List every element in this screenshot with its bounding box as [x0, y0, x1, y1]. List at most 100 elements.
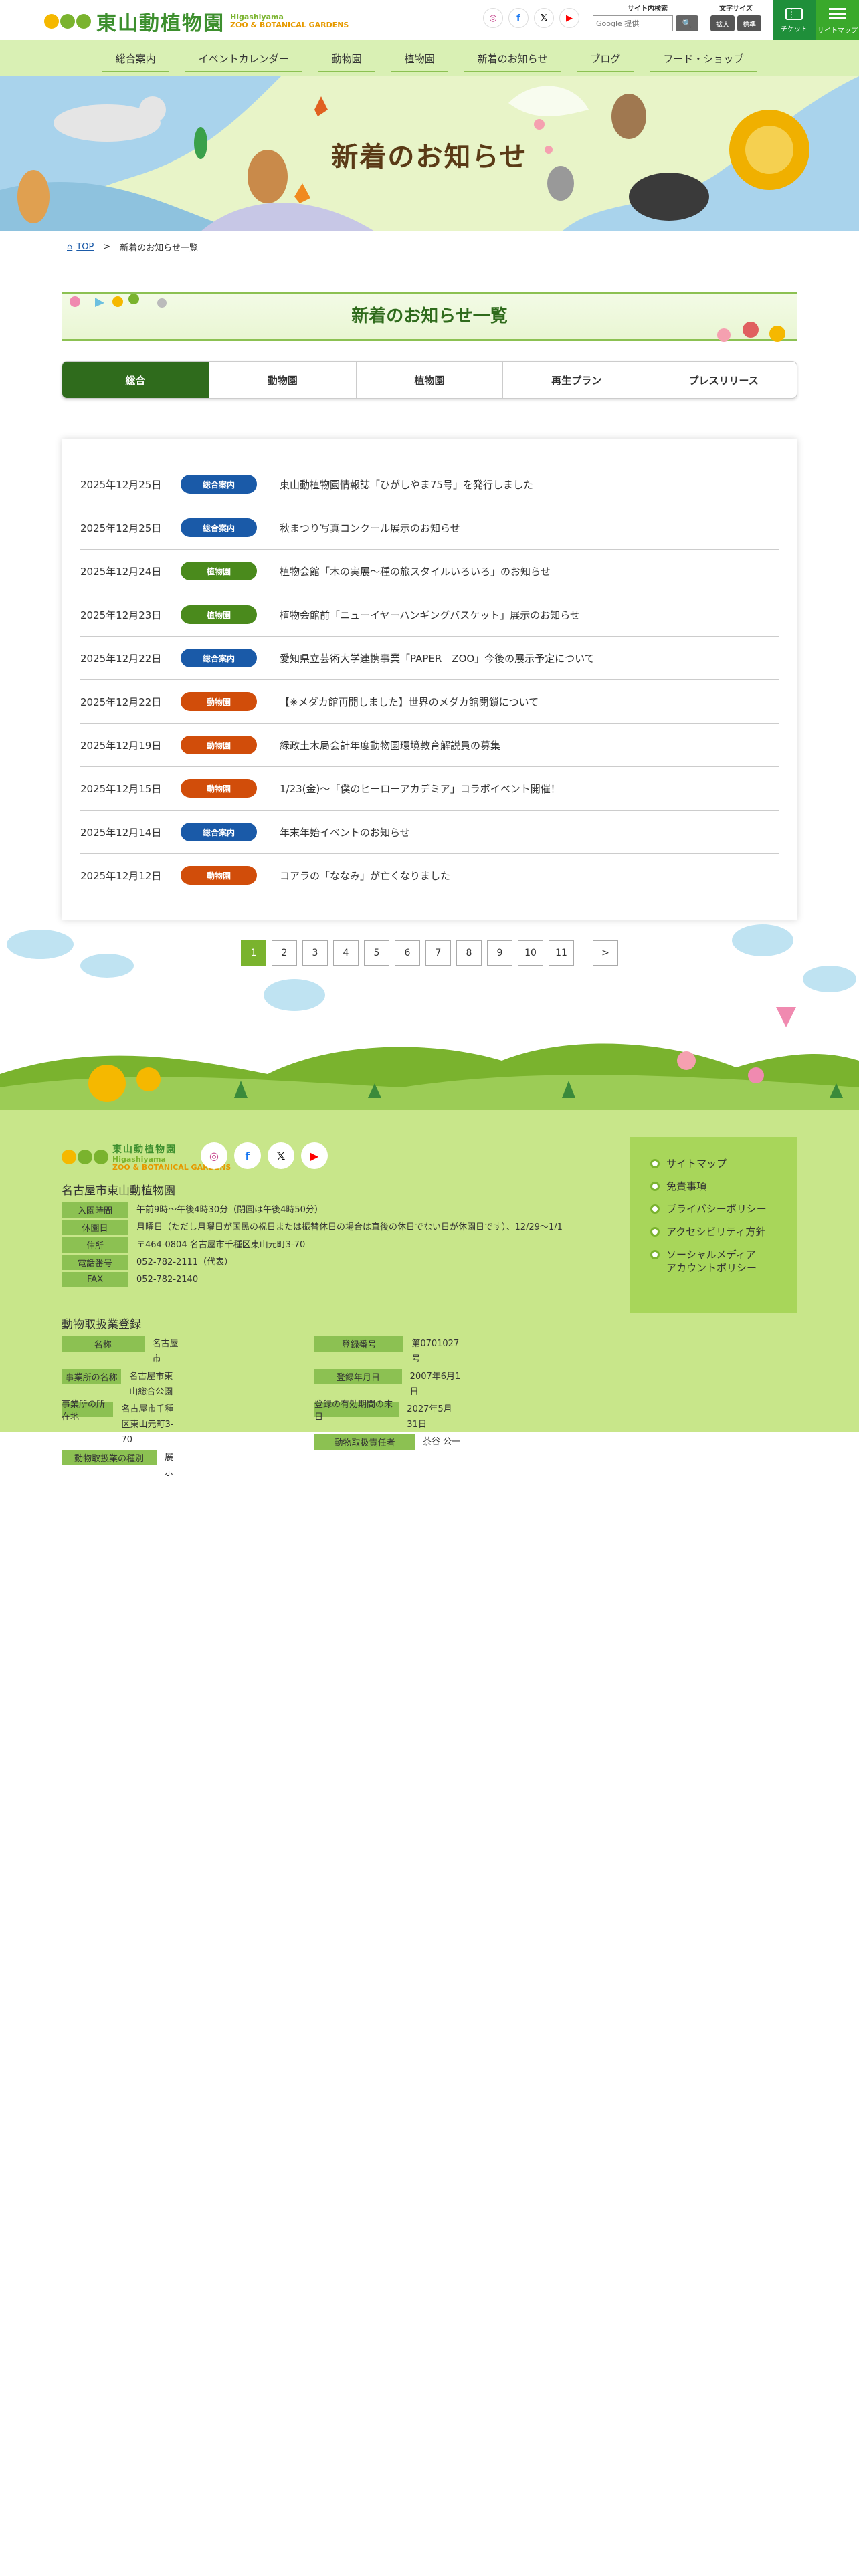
- global-nav: 総合案内 イベントカレンダー 動物園 植物園 新着のお知らせ ブログ フード・ショップ: [0, 40, 859, 76]
- news-item[interactable]: 2025年12月12日 動物園 コアラの「ななみ」が亡くなりました: [80, 854, 779, 897]
- footer-logo-mark-icon: [62, 1150, 108, 1164]
- youtube-link[interactable]: ▶: [301, 1142, 328, 1169]
- news-item[interactable]: 2025年12月25日 総合案内 秋まつり写真コンクール展示のお知らせ: [80, 506, 779, 550]
- site-search: サイト内検索 🔍: [593, 3, 702, 31]
- nav-item[interactable]: 植物園: [391, 49, 448, 72]
- header-sns-links: ◎ f 𝕏 ▶: [483, 8, 579, 28]
- x-link[interactable]: 𝕏: [268, 1142, 294, 1169]
- news-date: 2025年12月23日: [80, 609, 162, 621]
- news-title-link[interactable]: 1/23(金)～「僕のヒーローアカデミア」コラボイベント開催！: [280, 782, 561, 796]
- info-value: 052-782-2140: [136, 1275, 199, 1285]
- tab-item[interactable]: 総合: [62, 362, 209, 398]
- news-item[interactable]: 2025年12月19日 動物園 緑政土木局会計年度動物園環境教育解説員の募集: [80, 724, 779, 767]
- news-title-link[interactable]: 【※メダカ館再開しました】世界のメダカ館閉鎖について: [280, 695, 539, 709]
- nav-item[interactable]: イベントカレンダー: [185, 49, 302, 72]
- footer-link[interactable]: サイトマップ: [650, 1157, 777, 1170]
- registration-value: 2007年6月1日: [409, 1372, 461, 1397]
- page-link[interactable]: 9: [487, 940, 512, 966]
- news-item[interactable]: 2025年12月24日 植物園 植物会館「木の実展～種の旅スタイルいろいろ」のお知ら…: [80, 550, 779, 593]
- page-link[interactable]: 4: [333, 940, 359, 966]
- info-value: 月曜日（ただし月曜日が国民の祝日または振替休日の場合は直後の休日でない日が休園日…: [136, 1222, 563, 1232]
- news-date: 2025年12月24日: [80, 565, 162, 578]
- flower-icon: [677, 1051, 696, 1070]
- nav-item[interactable]: ブログ: [577, 49, 634, 72]
- page-link[interactable]: 10: [518, 940, 543, 966]
- registration-row: 登録年月日 2007年6月1日: [314, 1369, 462, 1400]
- instagram-link[interactable]: ◎: [483, 8, 503, 28]
- footer-link[interactable]: 免責事項: [650, 1180, 777, 1193]
- news-title-link[interactable]: 緑政土木局会計年度動物園環境教育解説員の募集: [280, 738, 500, 752]
- instagram-link[interactable]: ◎: [201, 1142, 227, 1169]
- news-item[interactable]: 2025年12月22日 動物園 【※メダカ館再開しました】世界のメダカ館閉鎖について: [80, 680, 779, 724]
- page-link[interactable]: 1: [241, 940, 266, 966]
- registration-row: 事業所の所在地 名古屋市千種区東山元町3-70: [62, 1400, 181, 1448]
- nav-item[interactable]: 総合案内: [102, 49, 169, 72]
- news-item[interactable]: 2025年12月15日 動物園 1/23(金)～「僕のヒーローアカデミア」コラボイベ…: [80, 767, 779, 811]
- news-item[interactable]: 2025年12月25日 総合案内 東山動植物園情報誌「ひがしやま75号」を発行しまし…: [80, 463, 779, 506]
- youtube-link[interactable]: ▶: [559, 8, 579, 28]
- nav-item[interactable]: 動物園: [318, 49, 375, 72]
- news-title-link[interactable]: コアラの「ななみ」が亡くなりました: [280, 869, 450, 883]
- news-title-link[interactable]: 植物会館「木の実展～種の旅スタイルいろいろ」のお知らせ: [280, 564, 551, 578]
- registration-value: 第0701027号: [411, 1339, 460, 1364]
- news-title-link[interactable]: 秋まつり写真コンクール展示のお知らせ: [280, 521, 460, 535]
- page-link[interactable]: 7: [425, 940, 451, 966]
- registration-label: 事業所の名称: [62, 1369, 122, 1384]
- news-item[interactable]: 2025年12月14日 総合案内 年末年始イベントのお知らせ: [80, 811, 779, 854]
- news-item[interactable]: 2025年12月23日 植物園 植物会館前「ニューイヤーハンギングバスケット」展示の…: [80, 593, 779, 637]
- news-category-badge: 総合案内: [181, 518, 257, 537]
- info-label: 住所: [62, 1237, 128, 1253]
- logo-en-line-2: ZOO & BOTANICAL GARDENS: [230, 21, 349, 29]
- footer-link[interactable]: プライバシーポリシー: [650, 1202, 777, 1216]
- news-date: 2025年12月22日: [80, 695, 162, 708]
- x-link[interactable]: 𝕏: [534, 8, 554, 28]
- tab-item[interactable]: 再生プラン: [503, 362, 651, 398]
- facebook-link[interactable]: f: [234, 1142, 261, 1169]
- page-link[interactable]: 3: [302, 940, 328, 966]
- news-title-link[interactable]: 植物会館前「ニューイヤーハンギングバスケット」展示のお知らせ: [280, 608, 580, 622]
- site-logo[interactable]: 東山動植物園 Higashiyama ZOO & BOTANICAL GARDE…: [44, 7, 349, 36]
- font-size-large-button[interactable]: 拡大: [710, 15, 735, 31]
- x-icon: 𝕏: [540, 13, 548, 23]
- footer-link[interactable]: アクセシビリティ方針: [650, 1225, 777, 1239]
- youtube-icon: ▶: [566, 13, 573, 23]
- breadcrumb-home-link[interactable]: ⌂ TOP: [67, 242, 94, 252]
- news-title-link[interactable]: 東山動植物園情報誌「ひがしやま75号」を発行しました: [280, 477, 533, 492]
- breadcrumb-separator: >: [103, 242, 111, 252]
- tab-item[interactable]: 動物園: [209, 362, 357, 398]
- page-link[interactable]: 5: [364, 940, 389, 966]
- facebook-link[interactable]: f: [508, 8, 529, 28]
- page-link[interactable]: 8: [456, 940, 482, 966]
- registration-label: 動物取扱責任者: [314, 1434, 415, 1450]
- bird-mascot-icon: [88, 1065, 126, 1102]
- search-input[interactable]: [593, 15, 673, 31]
- info-row: 電話番号 052-782-2111（代表）: [62, 1255, 563, 1270]
- news-list: 2025年12月25日総合案内 東山動植物園情報誌「ひがしやま75号」を発行しまし…: [80, 463, 779, 897]
- font-size-normal-button[interactable]: 標準: [737, 15, 761, 31]
- category-tabs: 総合 動物園 植物園 再生プラン プレスリリース: [62, 361, 797, 399]
- page-link[interactable]: 6: [395, 940, 420, 966]
- ticket-label: チケット: [781, 25, 807, 33]
- footer-link-label: プライバシーポリシー: [666, 1203, 767, 1215]
- registration-row: 登録の有効期間の末日 2027年5月31日: [314, 1400, 462, 1432]
- tab-item[interactable]: プレスリリース: [650, 362, 797, 398]
- tab-item[interactable]: 植物園: [357, 362, 504, 398]
- info-label: 入園時間: [62, 1202, 128, 1218]
- page-link[interactable]: 2: [272, 940, 297, 966]
- registration-label: 登録年月日: [314, 1369, 402, 1384]
- sitemap-menu-button[interactable]: サイトマップ: [816, 0, 859, 40]
- news-title-link[interactable]: 年末年始イベントのお知らせ: [280, 825, 410, 839]
- news-title-link[interactable]: 愛知県立芸術大学連携事業「PAPER ZOO」今後の展示予定について: [280, 651, 595, 665]
- news-item[interactable]: 2025年12月22日 総合案内 愛知県立芸術大学連携事業「PAPER ZOO」今後…: [80, 637, 779, 680]
- nav-item[interactable]: 新着のお知らせ: [464, 49, 561, 72]
- ticket-button[interactable]: チケット: [773, 0, 816, 40]
- next-page-button[interactable]: >: [593, 940, 618, 966]
- page-link[interactable]: 11: [549, 940, 574, 966]
- registration-label: 登録番号: [314, 1336, 404, 1352]
- news-date: 2025年12月25日: [80, 478, 162, 491]
- registration-row: 動物取扱業の種別 展示: [62, 1450, 181, 1481]
- footer-link[interactable]: ソーシャルメディア アカウントポリシー: [650, 1248, 777, 1275]
- nav-item[interactable]: フード・ショップ: [650, 49, 757, 72]
- registration-label: 動物取扱業の種別: [62, 1450, 157, 1465]
- search-button[interactable]: 🔍: [676, 15, 698, 31]
